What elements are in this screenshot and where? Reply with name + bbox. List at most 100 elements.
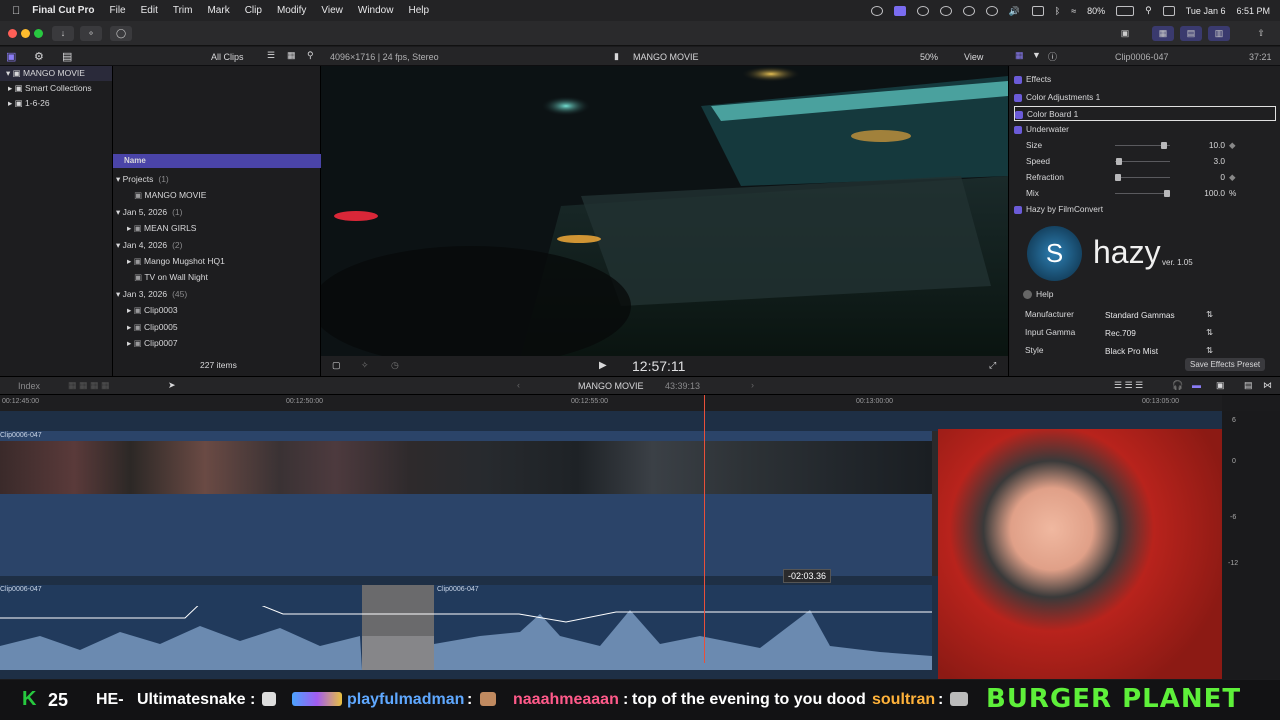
disclosure-down-icon[interactable]: ▾ (116, 207, 123, 217)
checkbox-icon[interactable] (1014, 93, 1022, 102)
browser-clip-row[interactable]: ▸ ▣ Clip0005 (113, 319, 321, 335)
info-inspector-icon[interactable]: ⓘ (1048, 50, 1057, 63)
timeline-ruler[interactable]: 00:12:45:00 00:12:50:00 00:12:55:00 00:1… (0, 395, 1222, 411)
enhance-icon[interactable]: ✧ (361, 360, 369, 371)
status-icon[interactable] (985, 5, 998, 16)
library-item-smart-collections[interactable]: ▸ ▣ Smart Collections (0, 81, 112, 96)
titles-icon[interactable]: ▤ (62, 50, 72, 63)
zoom-slider-icon[interactable]: ☰ ☰ ☰ (1114, 380, 1143, 391)
disclosure-right-icon[interactable]: ▸ (127, 256, 134, 266)
effects-section-header[interactable]: Effects (1014, 72, 1276, 87)
transform-icon[interactable]: ▢ (332, 360, 341, 371)
volume-icon[interactable]: 🔊 (1009, 6, 1021, 16)
disclosure-right-icon[interactable]: ▸ (127, 338, 134, 348)
checkbox-icon[interactable] (1014, 125, 1022, 134)
battery-icon[interactable] (1116, 5, 1135, 16)
minimize-window-button[interactable] (21, 29, 30, 38)
library-item-event[interactable]: ▸ ▣ 1-6-26 (0, 96, 112, 111)
timeline-toggle-button[interactable]: ▤ (1180, 26, 1202, 41)
browser-group-row[interactable]: ▾ Jan 5, 2026 (1) (113, 204, 321, 220)
slider-knob[interactable] (1116, 158, 1123, 165)
play-button[interactable]: ▶ (599, 360, 607, 371)
list-view-icon[interactable]: ☰ (267, 50, 275, 61)
slider-knob[interactable] (1164, 190, 1170, 197)
forward-arrow-icon[interactable]: › (751, 380, 754, 390)
photos-icon[interactable]: ⚙ (34, 50, 44, 63)
zoom-window-button[interactable] (34, 29, 43, 38)
zoom-dropdown[interactable]: 50% (920, 52, 938, 62)
headphones-icon[interactable]: 🎧 (1172, 380, 1183, 391)
browser-group-row[interactable]: ▾ Jan 3, 2026 (45) (113, 286, 321, 302)
menu-clip[interactable]: Clip (245, 5, 262, 16)
select-tool-icon[interactable]: ➤ (168, 380, 176, 391)
browser-clip-row[interactable]: ▸ ▣ Mango Mugshot HQ1 (113, 253, 321, 269)
menu-file[interactable]: File (109, 5, 125, 16)
display-icon[interactable] (1031, 5, 1044, 16)
menu-edit[interactable]: Edit (141, 5, 158, 16)
param-value[interactable]: 10.0 (1191, 138, 1225, 153)
control-center-icon[interactable] (1162, 5, 1175, 16)
viewer-timecode[interactable]: 12:57:11 (632, 358, 685, 374)
project-name-dropdown[interactable]: MANGO MOVIE (578, 381, 644, 391)
slider-knob[interactable] (1160, 142, 1167, 149)
chevron-updown-icon[interactable]: ⇅ (1206, 325, 1213, 340)
status-icon[interactable] (939, 5, 952, 16)
slider-knob[interactable] (1115, 174, 1121, 181)
checkbox-icon[interactable] (1014, 75, 1022, 84)
effect-color-board[interactable]: Color Board 1 (1014, 106, 1276, 121)
timeline-area[interactable]: Clip0006-047 Clip0006-047 Clip0006-047 -… (0, 395, 1280, 679)
status-icon[interactable] (870, 5, 883, 16)
setting-dropdown[interactable]: Rec.709 (1105, 326, 1136, 341)
checkbox-icon[interactable] (1014, 205, 1022, 214)
param-slider[interactable] (1115, 142, 1170, 149)
screen-record-icon[interactable] (893, 5, 906, 16)
menu-window[interactable]: Window (358, 5, 394, 16)
filmstrip-icon[interactable]: ▦ (287, 50, 296, 61)
apple-icon[interactable]:  (12, 5, 20, 17)
chevron-updown-icon[interactable]: ⇅ (1206, 307, 1213, 322)
transitions-icon[interactable]: ▤ (1244, 380, 1253, 391)
close-icon[interactable]: ⋈ (1263, 380, 1272, 391)
search-icon[interactable]: ⚲ (1145, 5, 1152, 16)
inspector-toggle-button[interactable]: ▥ (1208, 26, 1230, 41)
disclosure-down-icon[interactable]: ▾ (116, 240, 123, 250)
browser-clip-row[interactable]: ▣ TV on Wall Night (113, 269, 321, 285)
keywords-button[interactable]: ⚬ (80, 26, 102, 41)
chevron-updown-icon[interactable]: ⇅ (1206, 343, 1213, 358)
name-column-header[interactable]: Name (113, 154, 321, 168)
effect-hazy[interactable]: Hazy by FilmConvert (1014, 202, 1276, 217)
play-status-icon[interactable] (962, 5, 975, 16)
setting-dropdown[interactable]: Black Pro Mist (1105, 344, 1158, 359)
browser-clip-row[interactable]: ▣ MANGO MOVIE (113, 187, 321, 203)
status-icon[interactable] (916, 5, 929, 16)
speed-icon[interactable]: ◷ (391, 360, 399, 371)
disclosure-right-icon[interactable]: ▸ (127, 322, 134, 332)
fullscreen-icon[interactable]: ⤢ (989, 360, 996, 371)
edit-connect-icon[interactable]: ▦ ▦ ▦ ▦ (68, 380, 110, 391)
import-button[interactable]: ↓ (52, 26, 74, 41)
search-icon[interactable]: ⚲ (307, 50, 314, 61)
video-inspector-icon[interactable]: ▦ (1015, 50, 1024, 61)
index-button[interactable]: Index (18, 381, 40, 391)
keyframe-icon[interactable]: ◆ (1229, 170, 1235, 185)
param-value[interactable]: 100.0 (1191, 186, 1225, 201)
playhead[interactable] (704, 395, 705, 663)
menu-help[interactable]: Help (408, 5, 429, 16)
back-arrow-icon[interactable]: ‹ (517, 380, 520, 390)
param-slider[interactable] (1115, 190, 1170, 197)
effect-color-adjustments[interactable]: Color Adjustments 1 (1014, 90, 1276, 105)
disclosure-right-icon[interactable]: ▸ (127, 223, 134, 233)
checkbox-icon[interactable] (1015, 110, 1023, 119)
menu-mark[interactable]: Mark (207, 5, 229, 16)
menu-modify[interactable]: Modify (277, 5, 306, 16)
disclosure-right-icon[interactable]: ▸ (127, 305, 134, 315)
share-button[interactable]: ⇧ (1250, 26, 1272, 41)
browser-clip-row[interactable]: ▸ ▣ MEAN GIRLS (113, 220, 321, 236)
param-value[interactable]: 3.0 (1191, 154, 1225, 169)
color-inspector-icon[interactable]: ▼ (1032, 50, 1041, 60)
param-slider[interactable] (1115, 158, 1170, 165)
clip-filter-dropdown[interactable]: All Clips (211, 52, 244, 62)
keyframe-icon[interactable]: ◆ (1229, 138, 1235, 153)
menu-trim[interactable]: Trim (173, 5, 193, 16)
libraries-icon[interactable]: ▣ (6, 50, 16, 63)
